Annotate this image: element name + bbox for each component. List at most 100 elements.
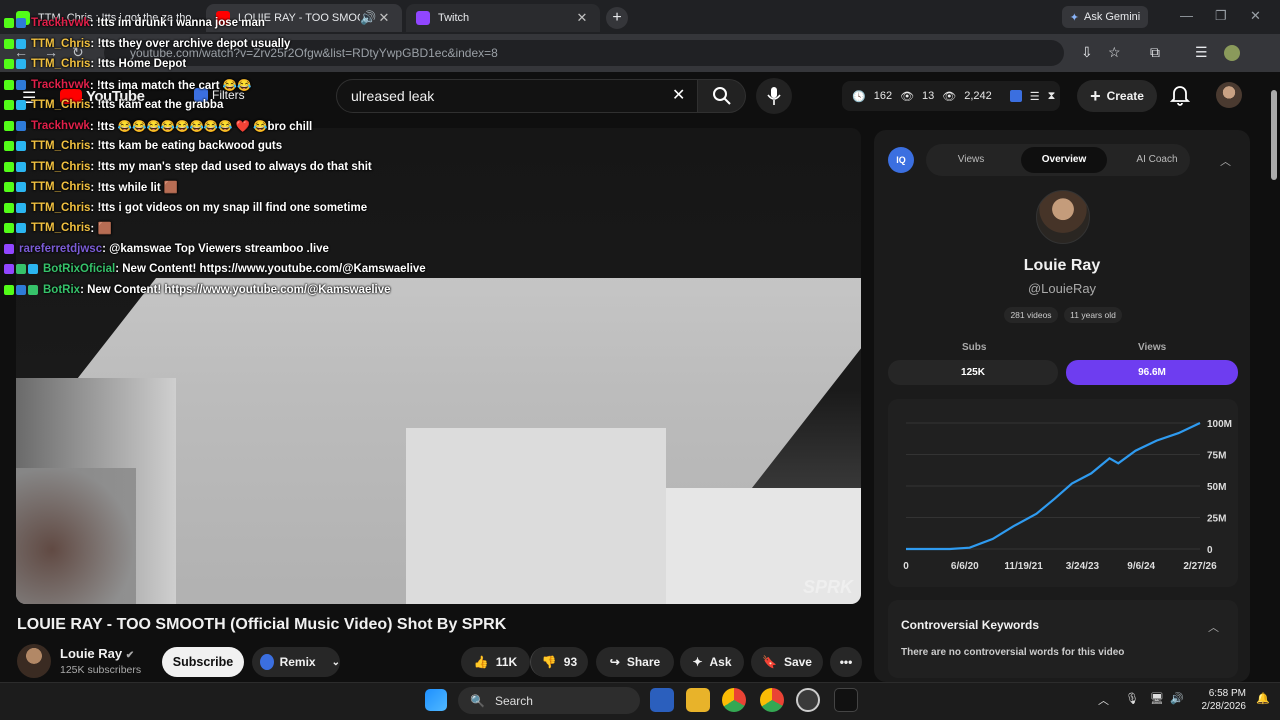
media-queue-icon[interactable]: ☰ — [1195, 44, 1208, 61]
chat-message-text: : !tts im drunk i wanna jose man — [89, 17, 265, 29]
chat-badge-icon — [16, 182, 26, 192]
tab-views[interactable]: Views — [928, 147, 1014, 173]
chat-badge-icon — [16, 223, 26, 233]
ask-button[interactable]: ✦ Ask — [680, 647, 744, 677]
chat-message-text: : !tts they over archive depot usually — [90, 37, 291, 50]
close-tab-icon[interactable]: ✕ — [574, 10, 590, 26]
clock-date: 2/28/2026 — [1201, 701, 1247, 712]
chat-badge-icon — [4, 264, 14, 274]
save-button[interactable]: 🔖 Save — [751, 647, 823, 677]
controversial-keywords-text: There are no controversial words for thi… — [901, 647, 1125, 658]
chat-username[interactable]: Trackhvwk — [31, 79, 90, 91]
subs-value[interactable]: 125K — [888, 360, 1058, 385]
taskbar-search[interactable]: 🔍 Search — [458, 687, 640, 714]
dislike-button[interactable]: 👎 93 — [530, 647, 588, 677]
chrome-icon[interactable] — [722, 688, 746, 712]
subscribe-button[interactable]: Subscribe — [162, 647, 244, 677]
store-icon[interactable] — [650, 688, 674, 712]
chat-username[interactable]: TTM_Chris — [31, 202, 90, 214]
notifications-icon[interactable]: 🔔 — [1256, 692, 1270, 705]
windows-start-icon[interactable] — [425, 689, 447, 711]
chat-username[interactable]: TTM_Chris — [31, 99, 90, 111]
chart-x-tick-label: 2/27/26 — [1183, 561, 1217, 572]
tab-overview[interactable]: Overview — [1021, 147, 1107, 173]
ask-gemini-button[interactable]: ✦ Ask Gemini — [1062, 6, 1148, 28]
chat-username[interactable]: TTM_Chris — [31, 161, 90, 173]
channel-avatar[interactable] — [17, 644, 51, 678]
voice-search-button[interactable] — [756, 78, 792, 114]
chevron-down-icon[interactable]: ⌄ — [332, 657, 340, 668]
tray-overflow-icon[interactable]: ︿ — [1098, 692, 1109, 708]
chat-badge-icon — [4, 243, 14, 254]
clear-search-icon[interactable]: ✕ — [672, 85, 685, 105]
volume-icon[interactable]: 🔊 — [1170, 692, 1184, 705]
chevron-up-icon[interactable]: ︿ — [1208, 619, 1219, 635]
more-actions-button[interactable]: ••• — [830, 647, 862, 677]
restore-icon[interactable]: ❐ — [1215, 8, 1227, 24]
plus-icon: + — [1090, 85, 1101, 106]
search-button[interactable] — [698, 79, 746, 113]
chat-username[interactable]: Trackhvwk — [31, 17, 90, 29]
chat-badge-icon — [4, 223, 14, 233]
chat-username[interactable]: rareferretdjwsc — [19, 243, 102, 255]
scrollbar-thumb[interactable] — [1271, 90, 1277, 180]
chat-message: TTM_Chris : 🟫 — [4, 220, 112, 236]
comments-count: 162 — [873, 90, 893, 102]
install-app-icon[interactable]: ⇩ — [1081, 44, 1093, 61]
chat-username[interactable]: BotRix — [43, 284, 80, 296]
chat-badge-icon — [28, 264, 38, 274]
chevron-up-icon[interactable]: ︿ — [1220, 153, 1231, 169]
list-icon[interactable]: ☰ — [1030, 90, 1040, 103]
chart-y-tick-label: 100M — [1207, 419, 1232, 430]
tab-ai-coach[interactable]: AI Coach — [1114, 147, 1200, 173]
minimize-icon[interactable]: — — [1180, 8, 1193, 23]
create-button[interactable]: + Create — [1077, 80, 1157, 112]
remix-button[interactable]: Remix ⌄ — [252, 647, 340, 677]
dislike-count: 93 — [563, 655, 578, 669]
chat-username[interactable]: TTM_Chris — [31, 38, 90, 50]
chart-x-tick-label: 0 — [903, 561, 909, 572]
chat-username[interactable]: TTM_Chris — [31, 222, 90, 234]
obs-icon[interactable] — [796, 688, 820, 712]
chrome-profile-icon[interactable] — [760, 688, 784, 712]
bookmark-icon: 🔖 — [762, 655, 777, 669]
account-avatar[interactable] — [1216, 82, 1242, 108]
chat-username[interactable]: TTM_Chris — [31, 181, 90, 193]
hourglass-icon[interactable]: ⧗ — [1048, 90, 1056, 103]
new-tab-button[interactable]: + — [606, 7, 628, 29]
chat-message: Trackhvwk : !tts ima match the cart 😂😂 — [4, 77, 251, 93]
clock-time: 6:58 PM — [1208, 688, 1246, 699]
notifications-bell-icon[interactable] — [1170, 84, 1190, 106]
chat-badge-icon — [4, 182, 14, 192]
controversial-keywords-card — [888, 600, 1238, 678]
chat-username[interactable]: Trackhvwk — [31, 120, 90, 132]
network-icon[interactable]: 🖥 — [1150, 692, 1164, 705]
channel-name-text: Louie Ray — [60, 646, 123, 661]
microphone-tray-icon[interactable]: 🎙 — [1125, 692, 1139, 705]
chat-username[interactable]: TTM_Chris — [31, 140, 90, 152]
subscriber-count: 125K subscribers — [60, 664, 142, 676]
chat-username[interactable]: BotRixOficial — [43, 263, 115, 275]
gemini-sparkle-icon: ✦ — [1069, 11, 1079, 24]
views-chart-card: 0 25M 50M 75M 100M 0 6/6/20 11/19/21 3/24/23 9/6/… — [888, 399, 1238, 587]
iq-extension-icon[interactable] — [1009, 90, 1022, 102]
views-value[interactable]: 96.6M — [1066, 360, 1238, 385]
channel-name[interactable]: Louie Ray ✔ — [60, 646, 134, 661]
panel-tabs: Views Overview AI Coach — [926, 144, 1190, 176]
share-arrow-icon: ↪ — [609, 655, 620, 669]
file-explorer-icon[interactable] — [686, 688, 710, 712]
extensions-icon[interactable]: ⧉ — [1150, 44, 1160, 61]
chart-y-tick-label: 50M — [1207, 482, 1226, 493]
chat-username[interactable]: TTM_Chris — [31, 58, 90, 70]
tiktok-icon[interactable] — [834, 688, 858, 712]
chat-message-text: : New Content! https://www.youtube.com/@… — [80, 283, 391, 296]
chat-message: TTM_Chris : !tts they over archive depot… — [4, 36, 290, 52]
close-window-icon[interactable]: ✕ — [1250, 8, 1261, 24]
bookmark-star-icon[interactable]: ☆ — [1108, 44, 1121, 61]
profile-avatar-icon[interactable] — [1224, 45, 1240, 61]
system-clock[interactable]: 6:58 PM 2/28/2026 — [1198, 687, 1247, 713]
like-button[interactable]: 👍 11K — [461, 647, 530, 677]
chart-x-tick-label: 3/24/23 — [1066, 561, 1100, 572]
share-button[interactable]: ↪ Share — [596, 647, 674, 677]
chat-message: TTM_Chris : !tts kam be eating backwood … — [4, 138, 282, 154]
